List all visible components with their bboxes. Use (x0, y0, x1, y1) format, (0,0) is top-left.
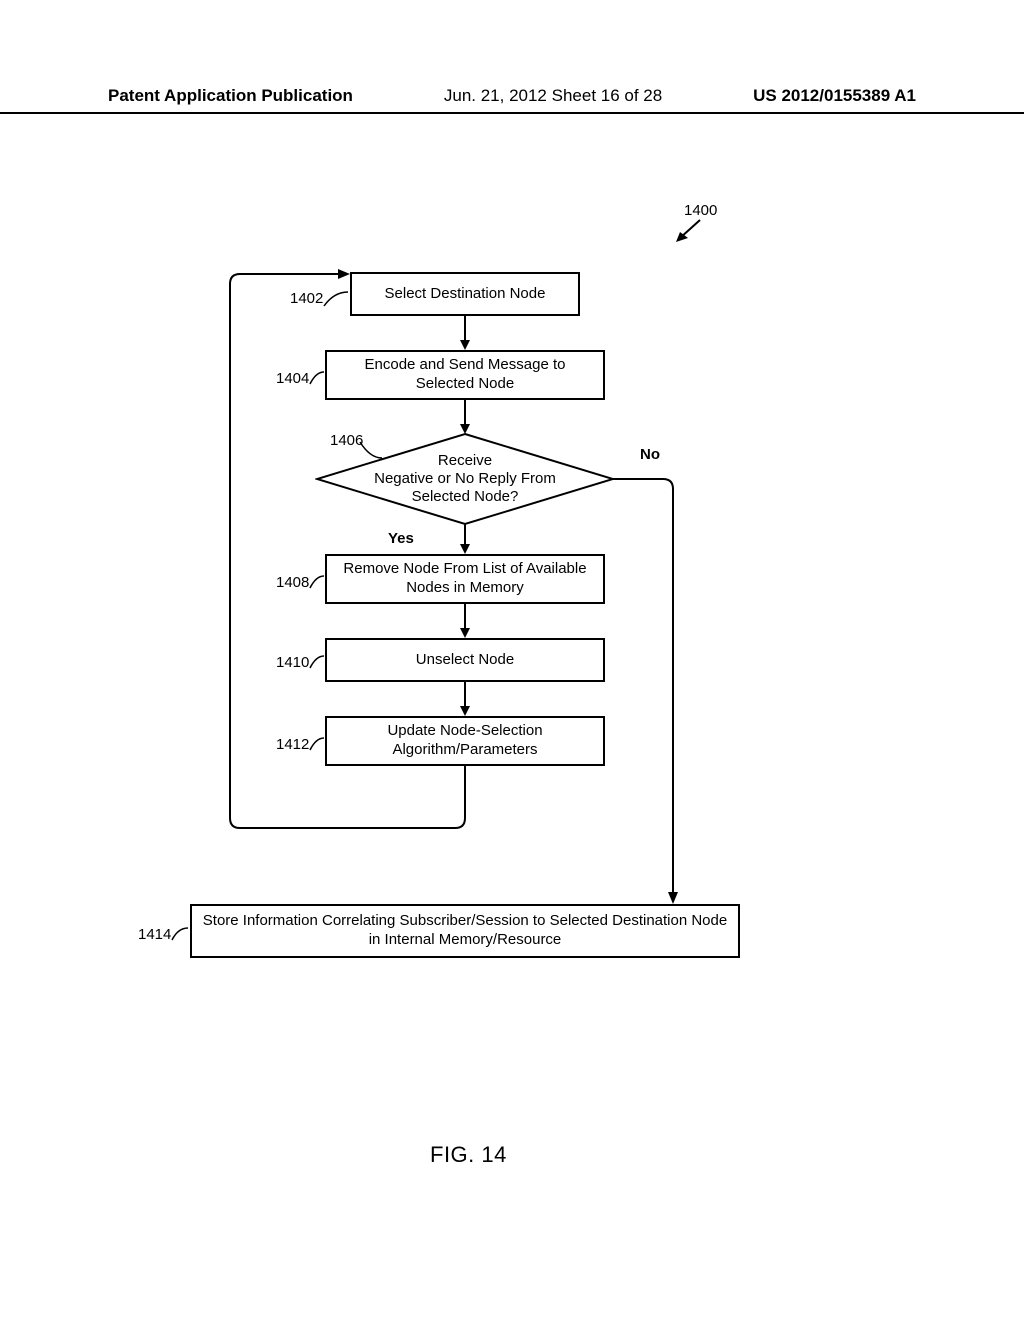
step-1414-text: Store Information Correlating Subscriber… (200, 912, 730, 950)
step-1404-text: Encode and Send Message to Selected Node (335, 356, 595, 394)
header-mid: Jun. 21, 2012 Sheet 16 of 28 (444, 86, 662, 106)
diagram-ref-label: 1400 (684, 202, 717, 219)
step-1406-ref: 1406 (330, 432, 363, 449)
flowchart-figure: 1400 Select Destination Node 1402 Encode… (0, 160, 1024, 1160)
step-1404-box: Encode and Send Message to Selected Node (325, 350, 605, 400)
step-1414-box: Store Information Correlating Subscriber… (190, 904, 740, 958)
branch-no-label: No (640, 446, 660, 463)
arrow-1404-1406 (459, 400, 471, 436)
step-1412-ref: 1412 (276, 736, 309, 753)
figure-caption: FIG. 14 (430, 1142, 507, 1168)
step-1402-ref: 1402 (290, 290, 323, 307)
arrow-1402-1404 (459, 316, 471, 352)
header-left: Patent Application Publication (108, 86, 353, 106)
step-1404-ref: 1404 (276, 370, 309, 387)
step-1410-box: Unselect Node (325, 638, 605, 682)
step-1410-text: Unselect Node (416, 651, 514, 670)
arrow-1410-1412 (459, 682, 471, 718)
step-1408-ref: 1408 (276, 574, 309, 591)
arrow-1408-1410 (459, 604, 471, 640)
step-1408-box: Remove Node From List of Available Nodes… (325, 554, 605, 604)
step-1402-text: Select Destination Node (385, 285, 546, 304)
step-1402-box: Select Destination Node (350, 272, 580, 316)
step-1412-box: Update Node-Selection Algorithm/Paramete… (325, 716, 605, 766)
step-1412-text: Update Node-Selection Algorithm/Paramete… (335, 722, 595, 760)
step-1410-ref: 1410 (276, 654, 309, 671)
step-1414-ref: 1414 (138, 926, 171, 943)
arrow-1406-1408 (459, 524, 471, 556)
arrow-1406-1414-no (613, 474, 693, 914)
header-right: US 2012/0155389 A1 (753, 86, 916, 106)
branch-yes-label: Yes (388, 530, 414, 547)
step-1408-text: Remove Node From List of Available Nodes… (335, 560, 595, 598)
page-header: Patent Application Publication Jun. 21, … (0, 86, 1024, 114)
diagram-ref-arrow (676, 218, 706, 242)
